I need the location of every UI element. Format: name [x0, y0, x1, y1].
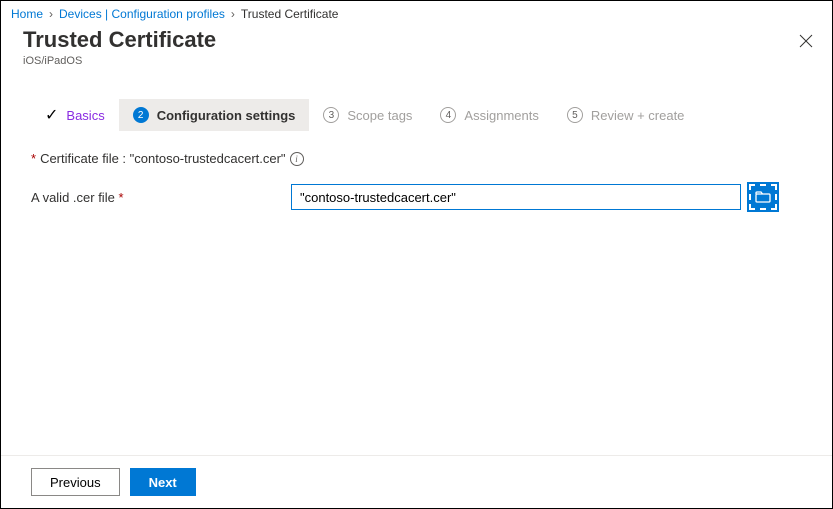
required-indicator: * — [118, 190, 123, 205]
step-number-icon: 4 — [440, 107, 456, 123]
step-basics[interactable]: ✓ Basics — [31, 97, 119, 133]
page-title: Trusted Certificate — [23, 27, 810, 53]
valid-cer-row: A valid .cer file * — [31, 184, 810, 210]
step-label: Assignments — [464, 108, 538, 123]
breadcrumb-home[interactable]: Home — [11, 7, 43, 21]
certificate-file-label: * Certificate file : "contoso-trustedcac… — [31, 151, 810, 166]
page-header: Trusted Certificate iOS/iPadOS — [1, 25, 832, 67]
step-review-create[interactable]: 5 Review + create — [553, 99, 699, 131]
info-icon[interactable]: i — [290, 152, 304, 166]
step-scope-tags[interactable]: 3 Scope tags — [309, 99, 426, 131]
chevron-right-icon: › — [49, 7, 53, 21]
breadcrumb-current: Trusted Certificate — [241, 7, 339, 21]
valid-cer-label: A valid .cer file * — [31, 190, 291, 205]
folder-icon — [755, 191, 771, 203]
previous-button[interactable]: Previous — [31, 468, 120, 496]
step-label: Basics — [66, 108, 104, 123]
footer: Previous Next — [1, 455, 832, 508]
step-label: Configuration settings — [157, 108, 296, 123]
certificate-file-text: Certificate file : "contoso-trustedcacer… — [40, 151, 286, 166]
breadcrumb-devices[interactable]: Devices | Configuration profiles — [59, 7, 225, 21]
step-label: Scope tags — [347, 108, 412, 123]
step-number-icon: 5 — [567, 107, 583, 123]
step-number-icon: 3 — [323, 107, 339, 123]
close-icon — [799, 34, 813, 48]
page-subtitle: iOS/iPadOS — [23, 55, 810, 67]
cert-input-wrapper — [291, 184, 741, 210]
step-number-icon: 2 — [133, 107, 149, 123]
chevron-right-icon: › — [231, 7, 235, 21]
check-icon: ✓ — [45, 105, 58, 125]
step-label: Review + create — [591, 108, 685, 123]
close-button[interactable] — [796, 31, 816, 51]
wizard-steps: ✓ Basics 2 Configuration settings 3 Scop… — [31, 97, 810, 133]
next-button[interactable]: Next — [130, 468, 196, 496]
required-indicator: * — [31, 151, 36, 166]
certificate-file-input[interactable] — [291, 184, 741, 210]
valid-cer-label-text: A valid .cer file — [31, 190, 115, 205]
browse-button[interactable] — [749, 184, 777, 210]
step-assignments[interactable]: 4 Assignments — [426, 99, 552, 131]
breadcrumb: Home › Devices | Configuration profiles … — [1, 1, 832, 25]
step-configuration-settings[interactable]: 2 Configuration settings — [119, 99, 310, 131]
form-area: * Certificate file : "contoso-trustedcac… — [1, 133, 832, 210]
